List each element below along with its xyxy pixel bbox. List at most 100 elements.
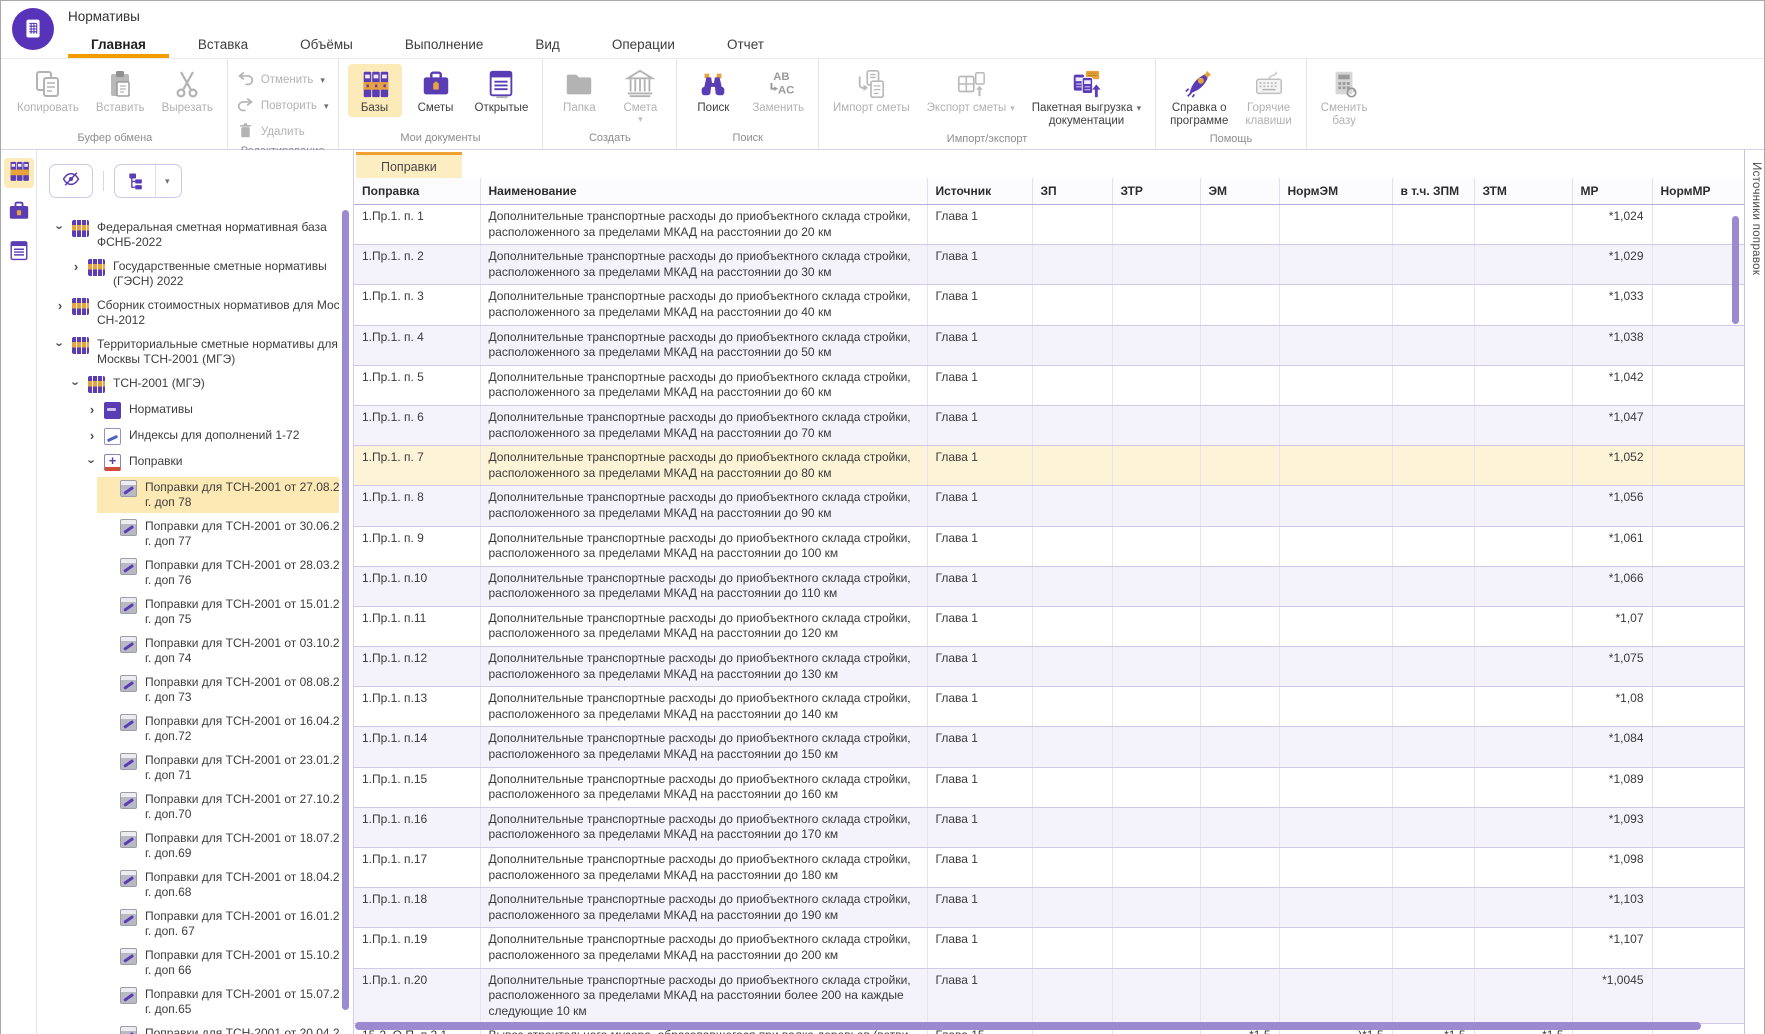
import-estimate-button[interactable]: Импорт сметы xyxy=(828,64,915,117)
tree-item[interactable]: Поправки для ТСН-2001 от 15.07.2022 г. д… xyxy=(97,984,339,1020)
hide-panel-button[interactable] xyxy=(49,164,93,198)
tree-item[interactable]: Поправки для ТСН-2001 от 27.10.2023 г. д… xyxy=(97,789,339,825)
tree-item[interactable]: Государственные сметные нормативы (ГЭСН)… xyxy=(65,256,339,292)
tab-vstavka[interactable]: Вставка xyxy=(172,31,274,58)
create-estimate-button[interactable]: Смета▾ xyxy=(613,64,667,126)
hotkeys-button[interactable]: Горячиеклавиши xyxy=(1240,64,1296,130)
table-row[interactable]: 1.Пр.1. п.19 Дополнительные транспортные… xyxy=(354,928,1744,968)
table-row[interactable]: 1.Пр.1. п. 5 Дополнительные транспортные… xyxy=(354,365,1744,405)
find-button[interactable]: Поиск xyxy=(686,64,740,117)
tree-item[interactable]: Индексы для дополнений 1-72 xyxy=(81,425,339,448)
horizontal-scrollbar-thumb[interactable] xyxy=(355,1022,1701,1030)
col-ztr[interactable]: ЗТР xyxy=(1112,178,1200,205)
col-em[interactable]: ЭМ xyxy=(1200,178,1279,205)
table-row[interactable]: 1.Пр.1. п. 4 Дополнительные транспортные… xyxy=(354,325,1744,365)
col-popravka[interactable]: Поправка xyxy=(354,178,480,205)
tree-item[interactable]: Поправки для ТСН-2001 от 28.03.2025 г. д… xyxy=(97,555,339,591)
col-zp[interactable]: ЗП xyxy=(1032,178,1112,205)
redo-button[interactable]: Повторить ▾ xyxy=(237,96,329,116)
change-base-button[interactable]: Сменитьбазу xyxy=(1316,64,1373,130)
tree-expand-icon[interactable] xyxy=(51,220,69,235)
sources-panel-tab[interactable]: Источники поправок xyxy=(1745,150,1764,380)
table-row[interactable]: 1.Пр.1. п.17 Дополнительные транспортные… xyxy=(354,848,1744,888)
tree-item[interactable]: Поправки для ТСН-2001 от 15.10.2022 г. д… xyxy=(97,945,339,981)
tree-expand-icon[interactable] xyxy=(67,376,85,391)
table-scrollbar-thumb[interactable] xyxy=(1732,216,1739,324)
copy-button[interactable]: Копировать xyxy=(12,64,84,117)
tree-item[interactable]: ТСН-2001 (МГЭ) xyxy=(65,373,339,396)
tab-otchet[interactable]: Отчет xyxy=(701,31,790,58)
tree-item[interactable]: Поправки для ТСН-2001 от 18.07.2023 г. д… xyxy=(97,828,339,864)
paste-button[interactable]: Вставить xyxy=(91,64,150,117)
tree-item[interactable]: Поправки для ТСН-2001 от 16.04.2024 г. д… xyxy=(97,711,339,747)
tree-item[interactable]: Поправки для ТСН-2001 от 27.08.2025 г. д… xyxy=(97,477,339,513)
create-folder-button[interactable]: Папка xyxy=(552,64,606,117)
table-row[interactable]: 1.Пр.1. п. 1 Дополнительные транспортные… xyxy=(354,205,1744,245)
about-button[interactable]: Справка опрограмме xyxy=(1165,64,1233,130)
tree-item[interactable]: Поправки для ТСН-2001 от 03.10.2024 г. д… xyxy=(97,633,339,669)
tree-item[interactable]: Поправки для ТСН-2001 от 18.04.2023 г. д… xyxy=(97,867,339,903)
delete-button[interactable]: Удалить xyxy=(237,122,329,142)
batch-export-button[interactable]: Пакетная выгрузка▾ документации xyxy=(1027,64,1146,130)
tree-expand-icon[interactable] xyxy=(51,298,69,313)
tab-obyomy[interactable]: Объёмы xyxy=(274,31,379,58)
table-row[interactable]: 1.Пр.1. п.10 Дополнительные транспортные… xyxy=(354,566,1744,606)
table-row[interactable]: 1.Пр.1. п.14 Дополнительные транспортные… xyxy=(354,727,1744,767)
tree-scrollbar-thumb[interactable] xyxy=(342,210,349,1010)
opened-button[interactable]: Открытые xyxy=(470,64,534,117)
tree-item[interactable]: Поправки xyxy=(81,451,339,474)
table-row[interactable]: 1.Пр.1. п.20 Дополнительные транспортные… xyxy=(354,968,1744,1024)
tree-item[interactable]: Сборник стоимостных нормативов для Москв… xyxy=(49,295,339,331)
tree-view-button[interactable]: ▾ xyxy=(114,164,182,198)
table-row[interactable]: 1.Пр.1. п. 3 Дополнительные транспортные… xyxy=(354,285,1744,325)
tree-item[interactable]: Поправки для ТСН-2001 от 20.04.2022 xyxy=(97,1023,339,1034)
table-row[interactable]: 1.Пр.1. п. 6 Дополнительные транспортные… xyxy=(354,405,1744,445)
table-row[interactable]: 1.Пр.1. п. 8 Дополнительные транспортные… xyxy=(354,486,1744,526)
table-row[interactable]: 1.Пр.1. п.13 Дополнительные транспортные… xyxy=(354,687,1744,727)
tree-item[interactable]: Поправки для ТСН-2001 от 08.08.2024 г. д… xyxy=(97,672,339,708)
tree-item[interactable]: Федеральная сметная нормативная база ФСН… xyxy=(49,217,339,253)
tree-item[interactable]: Поправки для ТСН-2001 от 23.01.2024 г. д… xyxy=(97,750,339,786)
cell-id: 1.Пр.1. п.12 xyxy=(354,647,480,687)
rail-estimates-button[interactable] xyxy=(4,198,34,228)
rail-bases-button[interactable] xyxy=(4,158,34,188)
tab-vypolnenie[interactable]: Выполнение xyxy=(379,31,510,58)
col-naimenovanie[interactable]: Наименование xyxy=(480,178,927,205)
table-row[interactable]: 1.Пр.1. п.15 Дополнительные транспортные… xyxy=(354,767,1744,807)
col-mr[interactable]: МР xyxy=(1572,178,1652,205)
tree-item[interactable]: Территориальные сметные нормативы для Мо… xyxy=(49,334,339,370)
table-row[interactable]: 1.Пр.1. п.11 Дополнительные транспортные… xyxy=(354,606,1744,646)
replace-button[interactable]: ABAC Заменить xyxy=(747,64,809,117)
bases-button[interactable]: Базы xyxy=(348,64,402,117)
tree-expand-icon[interactable] xyxy=(67,259,85,274)
col-normmr[interactable]: НормМР xyxy=(1652,178,1744,205)
rail-opened-button[interactable] xyxy=(4,238,34,268)
tree-expand-icon[interactable] xyxy=(83,402,101,417)
table-row[interactable]: 1.Пр.1. п. 9 Дополнительные транспортные… xyxy=(354,526,1744,566)
table-row[interactable]: 1.Пр.1. п. 2 Дополнительные транспортные… xyxy=(354,245,1744,285)
table-row[interactable]: 1.Пр.1. п.12 Дополнительные транспортные… xyxy=(354,647,1744,687)
table-row[interactable]: 1.Пр.1. п. 7 Дополнительные транспортные… xyxy=(354,446,1744,486)
tree-item[interactable]: Нормативы xyxy=(81,399,339,422)
tab-popravki[interactable]: Поправки xyxy=(356,152,462,178)
chevron-down-icon[interactable]: ▾ xyxy=(156,165,179,197)
tab-glavnaya[interactable]: Главная xyxy=(65,31,172,58)
cut-button[interactable]: Вырезать xyxy=(157,64,218,117)
undo-button[interactable]: Отменить ▾ xyxy=(237,70,329,90)
col-ztm[interactable]: ЗТМ xyxy=(1474,178,1572,205)
estimates-button[interactable]: Сметы xyxy=(409,64,463,117)
tab-operacii[interactable]: Операции xyxy=(586,31,701,58)
tree-expand-icon[interactable] xyxy=(83,454,101,469)
tree-expand-icon[interactable] xyxy=(83,428,101,443)
col-zpm[interactable]: в т.ч. ЗПМ xyxy=(1392,178,1474,205)
tab-vid[interactable]: Вид xyxy=(509,31,585,58)
tree-item[interactable]: Поправки для ТСН-2001 от 16.01.2023 г. д… xyxy=(97,906,339,942)
table-row[interactable]: 1.Пр.1. п.16 Дополнительные транспортные… xyxy=(354,807,1744,847)
tree-expand-icon[interactable] xyxy=(51,337,69,352)
tree-item[interactable]: Поправки для ТСН-2001 от 15.01.2025 г. д… xyxy=(97,594,339,630)
col-normem[interactable]: НормЭМ xyxy=(1279,178,1392,205)
export-estimate-button[interactable]: Экспорт сметы▾ xyxy=(922,64,1020,117)
table-row[interactable]: 1.Пр.1. п.18 Дополнительные транспортные… xyxy=(354,888,1744,928)
col-istochnik[interactable]: Источник xyxy=(927,178,1032,205)
tree-item[interactable]: Поправки для ТСН-2001 от 30.06.2025 г. д… xyxy=(97,516,339,552)
